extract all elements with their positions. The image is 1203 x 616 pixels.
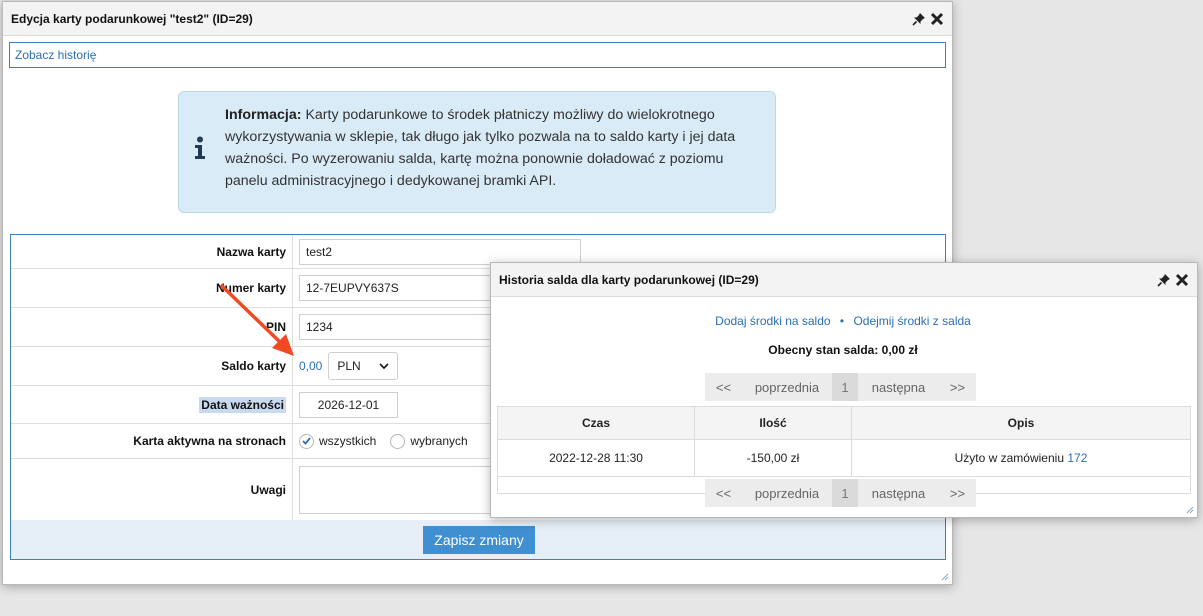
info-text: Informacja: Karty podarunkowe to środek … — [225, 104, 755, 192]
expiry-label-cell: Data ważności — [11, 386, 293, 423]
pager-page-number[interactable]: 1 — [832, 373, 858, 401]
expiry-label: Data ważności — [199, 396, 286, 413]
balance-value-link[interactable]: 0,00 — [299, 359, 322, 373]
cell-time: 2022-12-28 11:30 — [497, 439, 695, 477]
popup-window-title: Historia salda dla karty podarunkowej (I… — [499, 272, 759, 287]
pager-prev-button[interactable]: poprzednia — [742, 479, 832, 507]
pin-icon[interactable] — [912, 12, 926, 26]
radio-all-label: wszystkich — [319, 434, 377, 448]
table-row: 2022-12-28 11:30 -150,00 zł Użyto w zamó… — [497, 439, 1191, 477]
pager-next-button[interactable]: następna — [858, 373, 939, 401]
submit-row: Zapisz zmiany — [11, 520, 945, 559]
radio-empty-icon — [390, 433, 406, 449]
info-heading: Informacja: — [225, 107, 302, 123]
pager-first-button[interactable]: << — [705, 373, 742, 401]
history-table: Czas Ilość Opis 2022-12-28 11:30 -150,00… — [497, 406, 1191, 477]
info-body: Karty podarunkowe to środek płatniczy mo… — [225, 107, 736, 189]
radio-selected-sites[interactable]: wybranych — [390, 433, 468, 449]
description-text: Użyto w zamówieniu — [954, 451, 1064, 465]
active-on-label: Karta aktywna na stronach — [11, 424, 293, 458]
current-balance: Obecny stan salda: 0,00 zł — [768, 343, 918, 357]
col-description: Opis — [851, 406, 1191, 440]
pager-page-number[interactable]: 1 — [832, 479, 858, 507]
pager-top: << poprzednia 1 następna >> — [705, 373, 976, 401]
subtract-funds-link[interactable]: Odejmij środki z salda — [853, 314, 970, 328]
main-titlebar[interactable]: Edycja karty podarunkowej "test2" (ID=29… — [3, 2, 952, 36]
order-link[interactable]: 172 — [1067, 451, 1087, 465]
balance-actions: Dodaj środki na saldo • Odejmij środki z… — [491, 314, 1195, 328]
popup-titlebar[interactable]: Historia salda dla karty podarunkowej (I… — [491, 263, 1197, 297]
pager-next-button[interactable]: następna — [858, 479, 939, 507]
add-funds-link[interactable]: Dodaj środki na saldo — [715, 314, 830, 328]
col-time: Czas — [497, 406, 695, 440]
pager-first-button[interactable]: << — [705, 479, 742, 507]
view-history-link[interactable]: Zobacz historię — [15, 48, 96, 62]
radio-selected-label: wybranych — [410, 434, 468, 448]
table-header-row: Czas Ilość Opis — [497, 406, 1191, 440]
card-name-label: Nazwa karty — [11, 235, 293, 268]
currency-select[interactable]: PLN — [328, 352, 399, 380]
pager-bottom: << poprzednia 1 następna >> — [705, 479, 976, 507]
cell-amount: -150,00 zł — [694, 439, 852, 477]
info-box: Informacja: Karty podarunkowe to środek … — [178, 91, 776, 213]
pager-last-button[interactable]: >> — [939, 479, 976, 507]
pager-prev-button[interactable]: poprzednia — [742, 373, 832, 401]
radio-all-sites[interactable]: wszystkich — [299, 433, 377, 449]
pin-icon[interactable] — [1157, 273, 1171, 287]
col-amount: Ilość — [694, 406, 852, 440]
chevron-down-icon — [379, 362, 389, 369]
history-link-bar: Zobacz historię — [9, 42, 946, 68]
close-icon[interactable] — [1175, 273, 1189, 287]
cell-description: Użyto w zamówieniu 172 — [851, 439, 1191, 477]
arrow-annotation — [220, 284, 294, 356]
save-changes-button[interactable]: Zapisz zmiany — [423, 526, 535, 554]
currency-value: PLN — [337, 359, 361, 373]
separator-dot: • — [839, 314, 845, 328]
resize-grip-icon[interactable] — [1186, 506, 1194, 514]
expiry-date-input[interactable]: 2026-12-01 — [299, 391, 398, 418]
balance-history-window: Historia salda dla karty podarunkowej (I… — [490, 262, 1198, 518]
card-name-input[interactable]: test2 — [299, 238, 581, 265]
info-icon — [195, 136, 205, 159]
pager-last-button[interactable]: >> — [939, 373, 976, 401]
notes-textarea[interactable] — [299, 465, 499, 514]
resize-grip-icon[interactable] — [941, 573, 949, 581]
close-icon[interactable] — [930, 12, 944, 26]
main-window-title: Edycja karty podarunkowej "test2" (ID=29… — [11, 11, 253, 26]
notes-label: Uwagi — [11, 459, 293, 520]
check-icon — [299, 433, 314, 449]
